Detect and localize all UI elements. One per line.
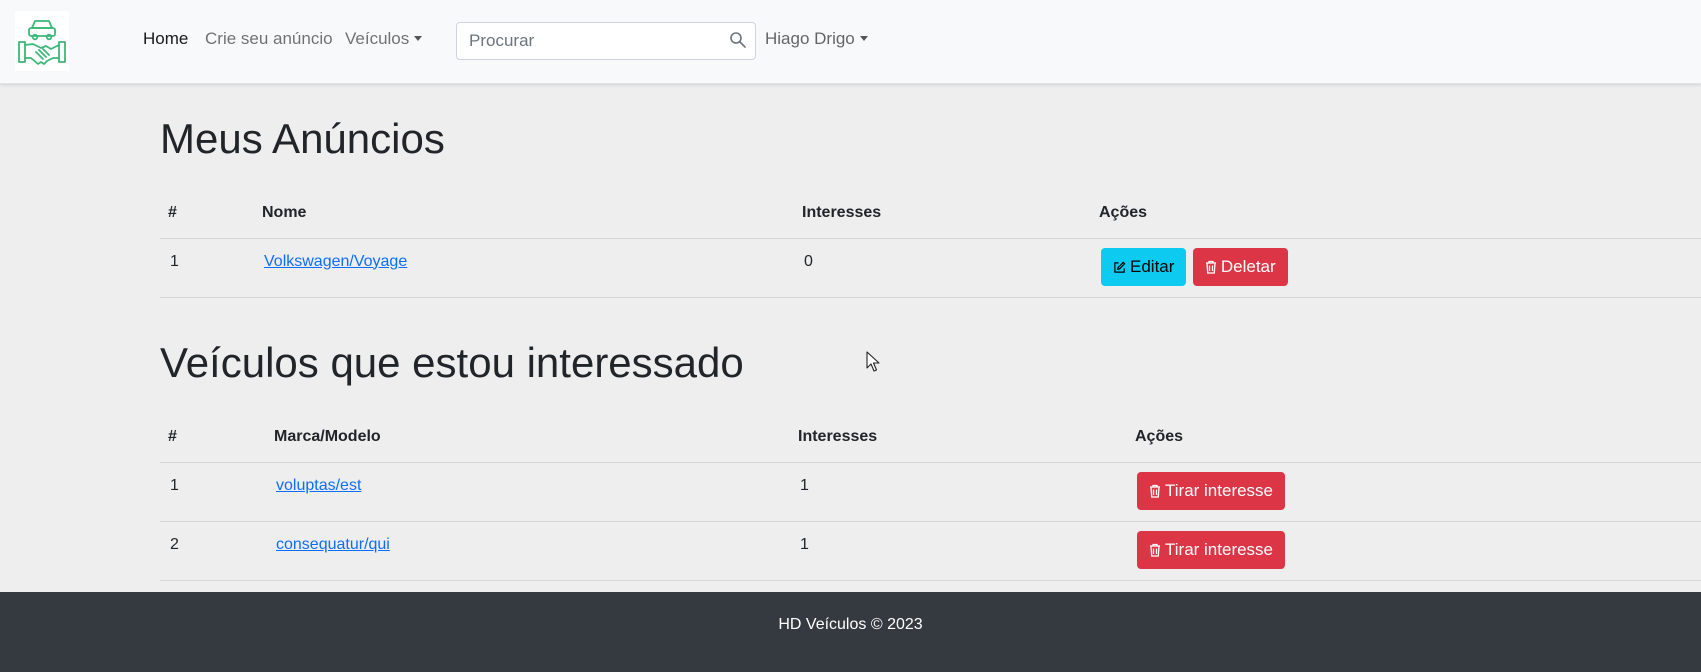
table-row: 1 voluptas/est 1 Tirar interesse: [160, 462, 1701, 522]
column-header-interests: Interesses: [794, 188, 1091, 239]
column-header-interests: Interesses: [790, 412, 1127, 463]
edit-icon: [1114, 261, 1126, 273]
chevron-down-icon: [414, 36, 423, 41]
nav-link-home[interactable]: Home: [143, 29, 188, 49]
remove-interest-label: Tirar interesse: [1165, 480, 1274, 500]
vehicle-link[interactable]: consequatur/qui: [276, 536, 390, 553]
search-icon[interactable]: [729, 31, 747, 49]
column-header-index: #: [160, 188, 254, 239]
edit-button-label: Editar: [1130, 257, 1175, 276]
remove-interest-button[interactable]: Tirar interesse: [1137, 530, 1286, 569]
row-index: 1: [160, 462, 266, 522]
row-index: 2: [160, 521, 266, 581]
trash-icon: [1150, 543, 1160, 557]
column-header-name: Nome: [254, 188, 794, 239]
row-actions: Tirar interesse: [1127, 462, 1701, 522]
row-index: 1: [160, 238, 254, 298]
remove-interest-button[interactable]: Tirar interesse: [1137, 471, 1286, 510]
search-box: [456, 22, 756, 60]
user-menu-label: Hiago Drigo: [765, 29, 855, 48]
row-interests: 1: [790, 521, 1127, 581]
my-ads-title: Meus Anúncios: [160, 115, 445, 162]
trash-icon: [1150, 484, 1160, 498]
column-header-index: #: [160, 412, 266, 463]
user-menu-dropdown[interactable]: Hiago Drigo: [765, 29, 868, 49]
mouse-pointer-icon: [866, 351, 880, 372]
trash-icon: [1205, 260, 1216, 274]
chevron-down-icon: [859, 36, 868, 41]
row-interests: 0: [794, 238, 1091, 298]
vehicle-link[interactable]: voluptas/est: [276, 477, 361, 494]
handshake-car-logo-icon: [18, 20, 66, 65]
footer-copyright: HD Veículos © 2023: [778, 616, 923, 633]
interested-title: Veículos que estou interessado: [160, 339, 744, 386]
nav-link-create-ad[interactable]: Crie seu anúncio: [205, 29, 333, 49]
column-header-actions: Ações: [1127, 412, 1701, 463]
interested-table: # Marca/Modelo Interesses Ações 1 volupt…: [160, 412, 1701, 581]
nav-dropdown-vehicles[interactable]: Veículos: [345, 29, 423, 49]
row-interests: 1: [790, 462, 1127, 522]
row-model-cell: consequatur/qui: [266, 521, 790, 581]
table-row: 2 consequatur/qui 1 Tirar interesse: [160, 521, 1701, 581]
delete-button[interactable]: Deletar: [1192, 247, 1288, 286]
row-model-cell: voluptas/est: [266, 462, 790, 522]
brand-logo[interactable]: [15, 11, 69, 71]
column-header-model: Marca/Modelo: [266, 412, 790, 463]
row-name-cell: Volkswagen/Voyage: [254, 238, 794, 298]
my-ads-table: # Nome Interesses Ações 1 Volkswagen/Voy…: [160, 188, 1701, 298]
column-header-actions: Ações: [1091, 188, 1701, 239]
table-header-row: # Nome Interesses Ações: [160, 188, 1701, 239]
table-header-row: # Marca/Modelo Interesses Ações: [160, 412, 1701, 463]
search-input[interactable]: [457, 23, 727, 59]
row-actions: Editar Deletar: [1091, 238, 1701, 298]
nav-dropdown-vehicles-label: Veículos: [345, 29, 410, 48]
navbar: Home Crie seu anúncio Veículos Hiago Dri…: [0, 0, 1701, 84]
ad-link[interactable]: Volkswagen/Voyage: [264, 253, 407, 270]
edit-button[interactable]: Editar: [1101, 248, 1187, 286]
table-row: 1 Volkswagen/Voyage 0 Editar Deletar: [160, 238, 1701, 298]
row-actions: Tirar interesse: [1127, 521, 1701, 581]
footer: HD Veículos © 2023: [0, 592, 1701, 672]
delete-button-label: Deletar: [1220, 256, 1276, 276]
remove-interest-label: Tirar interesse: [1165, 539, 1274, 559]
